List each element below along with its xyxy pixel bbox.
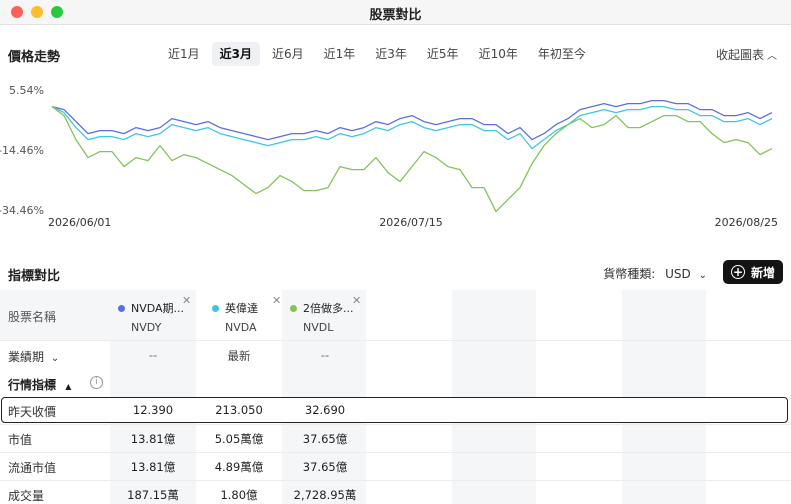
price-chart-svg: 5.54% -14.46% -34.46% 2026/06/01 2026/07/15 2… — [0, 84, 778, 229]
range-tab[interactable]: 年初至今 — [530, 42, 594, 66]
collapse-chart-button[interactable]: 收起圖表 ︿ — [716, 46, 777, 63]
add-stock-button[interactable]: + 新增 — [723, 260, 783, 284]
remove-stock-icon[interactable]: ✕ — [182, 294, 191, 307]
metric-value: 213.050 — [215, 403, 263, 417]
series-line-2倍做多... — [51, 106, 773, 213]
stock-code: NVDL — [303, 321, 334, 334]
price-chart: 5.54% -14.46% -34.46% 2026/06/01 2026/07/15 2… — [0, 78, 791, 238]
period-value: 最新 — [227, 349, 251, 363]
range-tab[interactable]: 近3年 — [367, 42, 415, 66]
range-tab[interactable]: 近3月 — [211, 42, 260, 66]
period-value: -- — [148, 348, 158, 362]
row-divider — [0, 452, 791, 453]
add-stock-label: 新增 — [750, 265, 775, 280]
stock-name-header: 股票名稱 — [8, 310, 57, 324]
market-section-label: 行情指標 — [8, 378, 57, 392]
market-section-toggle[interactable]: 行情指標 ▲ — [8, 376, 71, 393]
remove-stock-icon[interactable]: ✕ — [352, 294, 361, 307]
x-tick-label: 2026/08/25 — [715, 216, 778, 229]
info-icon[interactable]: i — [90, 376, 103, 389]
metric-value: 32.690 — [304, 403, 346, 417]
window-title: 股票對比 — [369, 8, 422, 23]
range-tab[interactable]: 近5年 — [419, 42, 467, 66]
metric-label: 昨天收價 — [8, 405, 57, 419]
chevron-down-icon: ⌄ — [698, 270, 707, 281]
stock-header-1[interactable]: 英偉達 NVDA ✕ — [212, 294, 298, 334]
metric-value: 4.89萬億 — [214, 460, 264, 474]
chevron-up-icon: ︿ — [767, 51, 777, 62]
chevron-down-icon: ⌄ — [50, 353, 60, 364]
plus-icon: + — [730, 265, 745, 279]
window-titlebar: 股票對比 — [0, 0, 791, 25]
metric-value: 187.15萬 — [127, 488, 179, 502]
period-value: -- — [320, 348, 330, 362]
metric-value: 12.390 — [132, 403, 174, 417]
currency-selector[interactable]: 貨幣種類: USD ⌄ — [603, 265, 707, 282]
metric-label: 流通市值 — [8, 461, 57, 475]
row-divider — [0, 340, 791, 341]
period-selector[interactable]: 業績期 ⌄ — [8, 348, 59, 365]
currency-value: USD — [665, 267, 691, 281]
series-color-dot — [290, 304, 297, 312]
x-tick-label: 2026/07/15 — [379, 216, 442, 229]
metric-value: 13.81億 — [130, 432, 176, 446]
range-tab[interactable]: 近10年 — [471, 42, 526, 66]
stock-code: NVDY — [131, 321, 162, 334]
metric-value: 37.65億 — [302, 432, 348, 446]
range-tabs: 近1月 近3月 近6月 近1年 近3年 近5年 近10年 年初至今 — [160, 42, 598, 66]
caret-up-icon: ▲ — [65, 382, 72, 391]
stock-name: NVDA期... — [131, 302, 185, 315]
metric-value: 1.80億 — [220, 488, 258, 502]
row-divider — [0, 424, 791, 425]
metrics-table: 股票名稱 NVDA期... NVDY ✕ 英偉達 NVDA ✕ 2倍做多... … — [0, 290, 791, 504]
y-tick-label: 5.54% — [9, 84, 44, 97]
price-trend-title: 價格走勢 — [8, 50, 61, 65]
range-tab[interactable]: 近6月 — [264, 42, 312, 66]
metric-value: 5.05萬億 — [214, 432, 264, 446]
stock-name: 英偉達 — [225, 302, 258, 315]
series-color-dot — [212, 304, 219, 312]
stock-name: 2倍做多... — [303, 302, 354, 315]
metrics-title: 指標對比 — [8, 269, 61, 284]
metric-label: 市值 — [8, 433, 33, 447]
stock-header-2[interactable]: 2倍做多... NVDL ✕ — [290, 294, 376, 334]
series-color-dot — [118, 304, 125, 312]
remove-stock-icon[interactable]: ✕ — [272, 294, 281, 307]
y-tick-label: -34.46% — [0, 204, 44, 217]
stock-header-0[interactable]: NVDA期... NVDY ✕ — [118, 294, 204, 334]
y-tick-label: -14.46% — [0, 144, 44, 157]
range-tab[interactable]: 近1月 — [160, 42, 208, 66]
currency-label: 貨幣種類: — [603, 267, 656, 281]
metric-value: 37.65億 — [302, 460, 348, 474]
stock-code: NVDA — [225, 321, 257, 334]
collapse-chart-label: 收起圖表 — [715, 48, 764, 62]
metric-value: 13.81億 — [130, 460, 176, 474]
metric-value: 2,728.95萬 — [293, 488, 357, 502]
period-label: 業績期 — [8, 350, 45, 364]
metric-label: 成交量 — [8, 489, 45, 503]
range-tab[interactable]: 近1年 — [316, 42, 364, 66]
x-tick-label: 2026/06/01 — [48, 216, 111, 229]
row-divider — [0, 480, 791, 481]
